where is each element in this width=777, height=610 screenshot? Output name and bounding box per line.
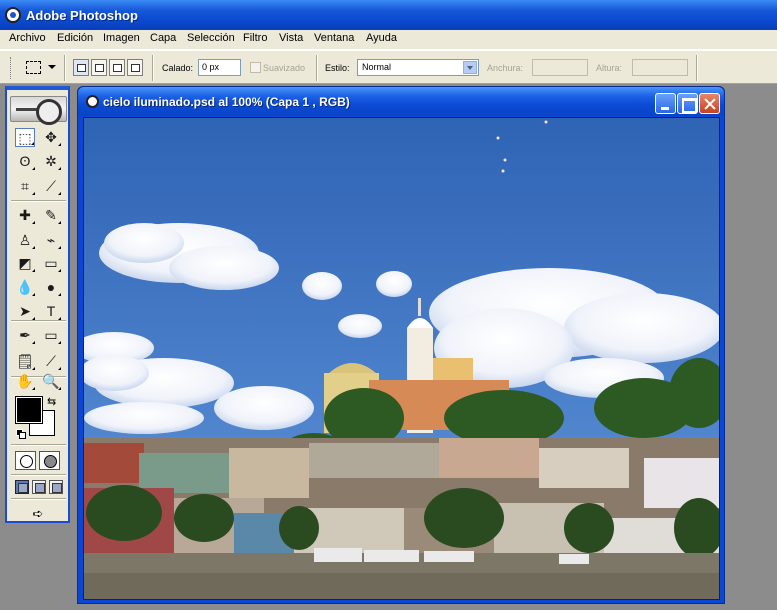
swap-colors-icon[interactable]: ⇆: [47, 395, 56, 408]
dodge-tool[interactable]: ●: [41, 278, 61, 297]
rectangle-tool[interactable]: ▭: [41, 326, 61, 345]
menu-bar: Archivo Edición Imagen Capa Selección Fi…: [0, 30, 777, 50]
seawall: [84, 573, 719, 599]
options-separator: [696, 55, 698, 81]
zoom-tool[interactable]: 🔍: [41, 372, 61, 391]
crop-tool[interactable]: ⌗: [15, 177, 35, 196]
feather-label: Calado:: [162, 63, 194, 73]
move-tool[interactable]: ✥: [41, 128, 61, 147]
menu-capa[interactable]: Capa: [148, 32, 178, 44]
eyedropper-tool[interactable]: ⟋: [41, 352, 61, 371]
minimize-button[interactable]: [655, 93, 676, 114]
hand-tool[interactable]: ✋: [15, 372, 35, 391]
photoshop-app-icon[interactable]: [5, 7, 21, 23]
antialias-label: Suavizado: [263, 63, 306, 73]
options-separator: [64, 55, 66, 81]
intersect-selection-button[interactable]: [127, 59, 143, 76]
standard-mode-button[interactable]: [15, 451, 36, 470]
options-separator: [152, 55, 154, 81]
new-selection-button[interactable]: [73, 59, 89, 76]
antialias-checkbox[interactable]: [250, 62, 261, 73]
healing-brush-tool[interactable]: ✚: [15, 206, 35, 225]
toolbox-panel: ⇆ ➪ ⬚ ✥ ʘ ✲ ⌗ ⟋ ✚ ✎ ♙ ⌁ ◩ ▭ 💧 ● ➤ T ✒ ▭ 🗒 ⟋ ✋ 🔍: [5, 86, 70, 523]
slice-tool[interactable]: ⟋: [41, 177, 61, 196]
menu-archivo[interactable]: Archivo: [7, 32, 48, 44]
style-select[interactable]: Normal: [357, 59, 479, 76]
maximize-button[interactable]: [677, 93, 698, 114]
document-title-bar[interactable]: cielo iluminado.psd al 100% (Capa 1 , RG…: [78, 87, 724, 116]
gradient-tool[interactable]: ▭: [41, 254, 61, 273]
height-input[interactable]: [632, 59, 688, 76]
menu-seleccion[interactable]: Selección: [185, 32, 237, 44]
menu-vista[interactable]: Vista: [277, 32, 305, 44]
feather-input[interactable]: 0 px: [198, 59, 241, 76]
notes-tool[interactable]: 🗒: [15, 352, 35, 371]
clone-stamp-tool[interactable]: ♙: [15, 231, 35, 250]
type-tool[interactable]: T: [41, 302, 61, 321]
document-window: cielo iluminado.psd al 100% (Capa 1 , RG…: [77, 86, 725, 604]
options-separator: [316, 55, 318, 81]
toolbox-divider: [11, 200, 66, 202]
app-title: Adobe Photoshop: [26, 8, 138, 23]
toolbox-divider: [11, 320, 66, 322]
lasso-tool[interactable]: ʘ: [15, 152, 35, 171]
town-buildings: [84, 438, 719, 558]
menu-ventana[interactable]: Ventana: [312, 32, 356, 44]
full-screen-mode-button[interactable]: [49, 480, 63, 494]
marquee-preset-icon[interactable]: [26, 61, 41, 74]
pen-tool[interactable]: ✒: [15, 326, 35, 345]
brush-tool[interactable]: ✎: [41, 206, 61, 225]
rectangular-marquee-tool[interactable]: ⬚: [15, 128, 35, 147]
adobe-online-header[interactable]: [10, 96, 67, 125]
height-label: Altura:: [596, 63, 623, 73]
subtract-from-selection-button[interactable]: [109, 59, 125, 76]
style-select-value: Normal: [362, 62, 392, 72]
tool-preset-dropdown-icon[interactable]: [48, 65, 56, 69]
style-label: Estilo:: [325, 63, 350, 73]
jump-to-imageready-button[interactable]: ➪: [19, 504, 57, 523]
chevron-down-icon[interactable]: [463, 61, 477, 74]
standard-screen-mode-button[interactable]: [15, 480, 29, 494]
menu-imagen[interactable]: Imagen: [101, 32, 142, 44]
photoshop-document-icon[interactable]: [86, 95, 99, 108]
menu-ayuda[interactable]: Ayuda: [364, 32, 399, 44]
options-bar-grip[interactable]: [10, 57, 13, 79]
image-canvas[interactable]: [83, 117, 720, 600]
add-to-selection-button[interactable]: [91, 59, 107, 76]
path-selection-tool[interactable]: ➤: [15, 302, 35, 321]
menu-edicion[interactable]: Edición: [55, 32, 95, 44]
close-button[interactable]: [699, 93, 720, 114]
city-sky-photo: [84, 118, 719, 599]
toolbox-divider: [11, 498, 66, 500]
blur-tool[interactable]: 💧: [15, 278, 35, 297]
app-title-bar: Adobe Photoshop: [0, 0, 777, 30]
magic-wand-tool[interactable]: ✲: [41, 152, 61, 171]
toolbox-divider: [11, 474, 66, 476]
full-screen-menubar-button[interactable]: [32, 480, 46, 494]
options-bar: Calado: 0 px Suavizado Estilo: Normal An…: [0, 50, 777, 84]
toolbox-divider: [11, 444, 66, 446]
default-colors-icon[interactable]: [16, 429, 26, 439]
width-label: Anchura:: [487, 63, 524, 73]
document-title: cielo iluminado.psd al 100% (Capa 1 , RG…: [103, 95, 350, 109]
history-brush-tool[interactable]: ⌁: [41, 231, 61, 250]
menu-filtro[interactable]: Filtro: [241, 32, 269, 44]
width-input[interactable]: [532, 59, 588, 76]
foreground-color-swatch[interactable]: [15, 396, 43, 424]
quick-mask-button[interactable]: [39, 451, 60, 470]
eraser-tool[interactable]: ◩: [15, 254, 35, 273]
